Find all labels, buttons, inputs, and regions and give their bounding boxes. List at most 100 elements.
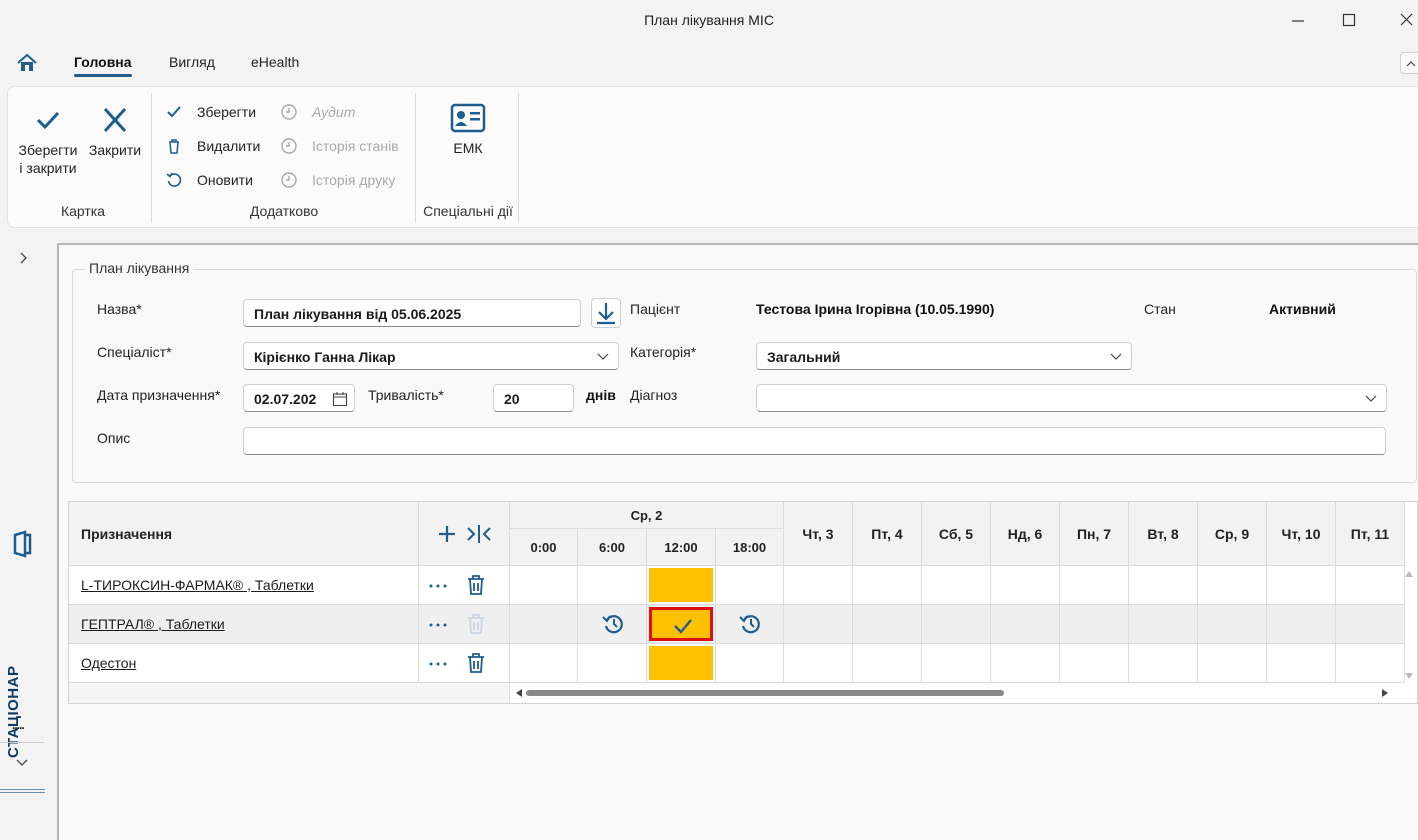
schedule-cell[interactable] xyxy=(578,605,647,644)
close-icon xyxy=(103,107,127,133)
schedule-cell[interactable] xyxy=(784,644,853,683)
schedule-cell[interactable] xyxy=(922,644,991,683)
schedule-cell[interactable] xyxy=(578,566,647,605)
duration-input[interactable]: 20 xyxy=(493,384,574,412)
collapse-columns-icon[interactable] xyxy=(466,523,492,545)
description-input[interactable] xyxy=(243,427,1386,455)
trash-icon[interactable] xyxy=(466,652,486,674)
schedule-cell[interactable] xyxy=(991,605,1060,644)
table-row[interactable]: ГЕПТРАЛ® , Таблетки xyxy=(69,605,419,644)
maximize-button[interactable] xyxy=(1336,8,1362,34)
schedule-cell[interactable] xyxy=(647,605,716,644)
more-icon[interactable] xyxy=(428,582,448,590)
schedule-cell[interactable] xyxy=(1336,566,1405,605)
schedule-cell[interactable] xyxy=(1267,566,1336,605)
history-icon[interactable] xyxy=(738,613,762,635)
schedule-cell[interactable] xyxy=(1129,644,1198,683)
print-history-button[interactable]: Історія друку xyxy=(280,169,395,191)
download-button[interactable] xyxy=(591,298,621,328)
schedule-cell[interactable] xyxy=(1198,644,1267,683)
schedule-cell[interactable] xyxy=(1198,605,1267,644)
schedule-cell[interactable] xyxy=(1336,605,1405,644)
prescription-name-link[interactable]: ГЕПТРАЛ® , Таблетки xyxy=(81,616,225,632)
minimize-button[interactable] xyxy=(1285,8,1311,34)
chevron-down-icon[interactable] xyxy=(14,756,30,770)
schedule-cell[interactable] xyxy=(784,605,853,644)
scroll-right-icon[interactable] xyxy=(1380,688,1390,698)
trash-icon[interactable] xyxy=(466,574,486,596)
state-history-label: Історія станів xyxy=(312,138,399,154)
rail-more[interactable]: ..... xyxy=(12,718,25,732)
grid-header-time: 18:00 xyxy=(716,529,784,566)
scroll-thumb[interactable] xyxy=(526,690,1004,696)
specialist-select[interactable]: Кірієнко Ганна Лікар xyxy=(243,342,619,370)
vertical-scrollbar[interactable] xyxy=(1399,566,1417,683)
schedule-cell[interactable] xyxy=(922,605,991,644)
schedule-cell[interactable] xyxy=(1267,605,1336,644)
close-button[interactable]: Закрити xyxy=(86,105,144,159)
category-select[interactable]: Загальний xyxy=(756,342,1132,370)
schedule-cell[interactable] xyxy=(922,566,991,605)
collapse-ribbon-button[interactable] xyxy=(1400,52,1418,74)
save-and-close-button[interactable]: Зберегти і закрити xyxy=(15,105,81,177)
schedule-cell[interactable] xyxy=(578,644,647,683)
schedule-cell[interactable] xyxy=(853,605,922,644)
table-row[interactable]: Одестон xyxy=(69,644,419,683)
schedule-cell[interactable] xyxy=(647,644,716,683)
delete-label: Видалити xyxy=(197,138,261,154)
schedule-cell[interactable] xyxy=(716,566,784,605)
chevron-down-icon xyxy=(1365,395,1377,402)
schedule-cell[interactable] xyxy=(784,566,853,605)
name-input[interactable]: План лікування від 05.06.2025 xyxy=(243,299,581,327)
schedule-cell[interactable] xyxy=(991,566,1060,605)
more-icon[interactable] xyxy=(428,660,448,668)
chevron-right-icon[interactable] xyxy=(16,250,30,266)
prescription-name-link[interactable]: Одестон xyxy=(81,655,136,671)
schedule-cell[interactable] xyxy=(991,644,1060,683)
schedule-cell[interactable] xyxy=(1060,566,1129,605)
schedule-cell[interactable] xyxy=(647,566,716,605)
emk-button[interactable]: ЕМК xyxy=(443,103,493,157)
table-row[interactable]: L-ТИРОКСИН-ФАРМАК® , Таблетки xyxy=(69,566,419,605)
horizontal-scrollbar[interactable] xyxy=(510,683,1398,703)
schedule-cell[interactable] xyxy=(1198,566,1267,605)
scheduled-dose-done[interactable] xyxy=(649,607,713,641)
history-icon[interactable] xyxy=(601,613,625,635)
schedule-cell[interactable] xyxy=(1060,644,1129,683)
add-icon[interactable] xyxy=(436,523,458,545)
schedule-cell[interactable] xyxy=(510,566,578,605)
audit-button[interactable]: Аудит xyxy=(280,101,355,123)
rail-label-stationary[interactable]: СТАЦІОНАР xyxy=(5,666,22,758)
schedule-cell[interactable] xyxy=(853,566,922,605)
calendar-icon[interactable] xyxy=(332,391,348,407)
prescription-name-link[interactable]: L-ТИРОКСИН-ФАРМАК® , Таблетки xyxy=(81,577,314,593)
schedule-cell[interactable] xyxy=(1060,605,1129,644)
delete-button[interactable]: Видалити xyxy=(165,135,260,157)
close-window-button[interactable] xyxy=(1394,8,1418,34)
more-icon[interactable] xyxy=(428,621,448,629)
date-input[interactable]: 02.07.202 xyxy=(243,384,355,412)
scheduled-dose[interactable] xyxy=(649,568,713,602)
schedule-cell[interactable] xyxy=(853,644,922,683)
trash-icon[interactable] xyxy=(466,613,486,635)
tab-ehealth[interactable]: eHealth xyxy=(251,54,299,70)
scroll-down-icon[interactable] xyxy=(1404,672,1414,680)
diagnosis-select[interactable] xyxy=(756,384,1387,412)
schedule-cell[interactable] xyxy=(1267,644,1336,683)
scroll-up-icon[interactable] xyxy=(1404,570,1414,578)
scroll-left-icon[interactable] xyxy=(514,688,524,698)
state-history-button[interactable]: Історія станів xyxy=(280,135,399,157)
schedule-cell[interactable] xyxy=(1336,644,1405,683)
schedule-cell[interactable] xyxy=(716,644,784,683)
refresh-button[interactable]: Оновити xyxy=(165,169,253,191)
schedule-cell[interactable] xyxy=(716,605,784,644)
home-icon[interactable] xyxy=(16,52,38,74)
schedule-cell[interactable] xyxy=(510,644,578,683)
tab-view[interactable]: Вигляд xyxy=(169,54,215,70)
save-button[interactable]: Зберегти xyxy=(165,101,256,123)
schedule-cell[interactable] xyxy=(1129,605,1198,644)
schedule-cell[interactable] xyxy=(1129,566,1198,605)
tab-home[interactable]: Головна xyxy=(74,54,132,77)
scheduled-dose[interactable] xyxy=(649,646,713,680)
schedule-cell[interactable] xyxy=(510,605,578,644)
